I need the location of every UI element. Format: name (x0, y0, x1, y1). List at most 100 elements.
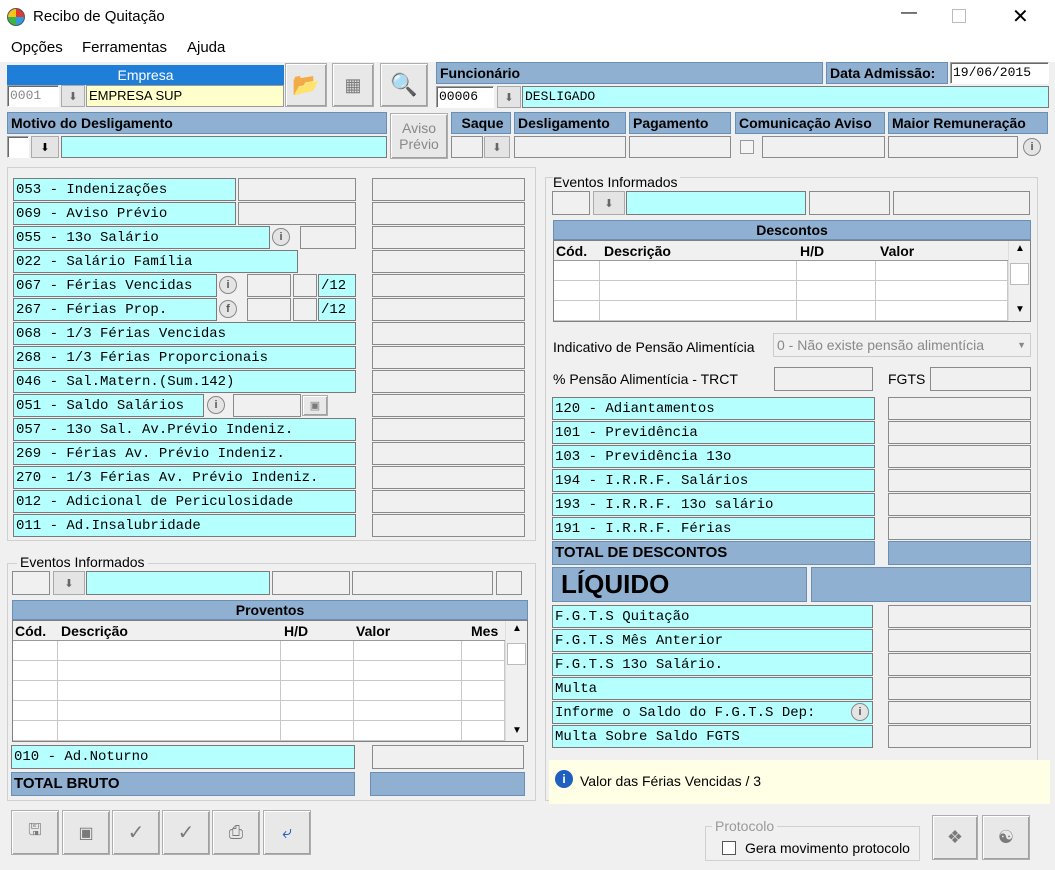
desconto-value[interactable] (888, 421, 1031, 444)
undo-button[interactable]: ⤶ (263, 810, 311, 855)
grid-cell[interactable] (354, 701, 462, 721)
descontos-scrollbar[interactable]: ▲ ▼ (1008, 241, 1030, 321)
scroll-up-icon[interactable]: ▲ (512, 623, 522, 634)
grid-cell[interactable] (797, 261, 876, 281)
provento-value[interactable] (372, 370, 525, 393)
protocolo-checkbox[interactable] (722, 841, 736, 855)
minimize-icon[interactable]: — (896, 4, 922, 30)
eventos-right-valor[interactable] (893, 191, 1030, 215)
desligamento-field[interactable] (514, 136, 626, 158)
scroll-down-icon[interactable]: ▼ (512, 725, 522, 736)
provento-aux-field[interactable] (247, 298, 291, 321)
menu-ajuda[interactable]: Ajuda (187, 39, 225, 56)
maior-remuneracao-info-icon[interactable]: i (1023, 138, 1041, 156)
eventos-right-hd[interactable] (809, 191, 890, 215)
fgts-value[interactable] (888, 629, 1031, 652)
info-icon[interactable]: i (851, 703, 869, 721)
grid-cell[interactable] (797, 301, 876, 321)
grid-cell[interactable] (13, 701, 58, 721)
provento-value[interactable] (372, 394, 525, 417)
grid-cell[interactable] (13, 681, 58, 701)
grid-cell[interactable] (58, 701, 281, 721)
protocol-action-button[interactable]: ❖ (932, 815, 978, 860)
provento-value[interactable] (372, 226, 525, 249)
fgts-value[interactable] (888, 605, 1031, 628)
grid-cell[interactable] (281, 681, 354, 701)
eventos-right-lookup[interactable]: ⬇ (593, 191, 625, 215)
grid-cell[interactable] (600, 281, 797, 301)
eventos-right-code[interactable] (552, 191, 590, 215)
grid-cell[interactable] (354, 661, 462, 681)
provento-value[interactable] (372, 322, 525, 345)
motivo-code-field[interactable] (7, 136, 29, 158)
comunicacao-checkbox[interactable] (740, 140, 754, 154)
saque-field[interactable] (451, 136, 483, 158)
scroll-down-icon[interactable]: ▼ (1015, 304, 1025, 315)
provento-aux-field[interactable] (238, 178, 356, 201)
grid-cell[interactable] (876, 261, 1008, 281)
provento-value[interactable] (372, 274, 525, 297)
close-icon[interactable]: ✕ (1012, 4, 1029, 29)
maximize-icon[interactable] (952, 9, 966, 23)
grid-cell[interactable] (797, 281, 876, 301)
proventos-grid[interactable]: Cód. Descrição H/D Valor Mes ▲ ▼ (12, 620, 528, 742)
grid-cell[interactable] (58, 641, 281, 661)
eventos-left-lookup[interactable]: ⬇ (53, 571, 85, 595)
empresa-lookup-button[interactable]: ⬇ (61, 85, 85, 107)
fgts-value[interactable] (888, 677, 1031, 700)
provento-aux-field[interactable] (247, 274, 291, 297)
provento-value[interactable] (372, 514, 525, 537)
desconto-value[interactable] (888, 469, 1031, 492)
grid-cell[interactable] (281, 661, 354, 681)
eventos-left-code[interactable] (12, 571, 50, 595)
provento-aux-field[interactable] (293, 274, 317, 297)
aviso-previo-button[interactable]: Aviso Prévio (390, 113, 448, 159)
provento-aux-field[interactable] (238, 202, 356, 225)
fgts-field[interactable] (930, 367, 1031, 391)
grid-cell[interactable] (58, 681, 281, 701)
saldo-salarios-days[interactable] (233, 394, 301, 417)
open-folder-button[interactable]: 📂 (285, 63, 327, 107)
confirm-button[interactable]: ✓ (112, 810, 160, 855)
grid-cell[interactable] (462, 641, 505, 661)
grid-cell[interactable] (58, 721, 281, 741)
ad-noturno-value[interactable] (372, 745, 524, 769)
grid-cell[interactable] (354, 681, 462, 701)
grid-cell[interactable] (554, 261, 600, 281)
menu-ferramentas[interactable]: Ferramentas (82, 39, 167, 56)
desconto-value[interactable] (888, 493, 1031, 516)
eventos-left-mes[interactable] (496, 571, 522, 595)
grid-cell[interactable] (281, 641, 354, 661)
empresa-code-field[interactable]: 0001 (7, 85, 59, 107)
fgts-value[interactable] (888, 653, 1031, 676)
provento-value[interactable] (372, 202, 525, 225)
motivo-lookup-button[interactable]: ⬇ (31, 136, 59, 158)
grid-cell[interactable] (462, 721, 505, 741)
eventos-left-hd[interactable] (272, 571, 350, 595)
grid-cell[interactable] (354, 641, 462, 661)
proventos-scrollbar[interactable]: ▲ ▼ (505, 621, 527, 741)
grid-cell[interactable] (13, 721, 58, 741)
comunicacao-field[interactable] (762, 136, 885, 158)
search-button[interactable]: 🔍 (380, 63, 428, 107)
provento-aux-field[interactable] (293, 298, 317, 321)
menu-opcoes[interactable]: Opções (11, 39, 63, 56)
provento-value[interactable] (372, 418, 525, 441)
provento-aux-field[interactable] (300, 226, 356, 249)
fgts-value[interactable] (888, 725, 1031, 748)
formula-icon[interactable]: f (219, 300, 237, 318)
pagamento-field[interactable] (629, 136, 731, 158)
desconto-value[interactable] (888, 397, 1031, 420)
report-button[interactable]: ▦ (332, 63, 374, 107)
funcionario-code-field[interactable]: 00006 (436, 86, 494, 108)
scroll-up-icon[interactable]: ▲ (1015, 243, 1025, 254)
data-admissao-field[interactable]: 19/06/2015 (950, 62, 1049, 84)
provento-value[interactable] (372, 490, 525, 513)
funcionario-lookup-button[interactable]: ⬇ (497, 86, 521, 108)
grid-cell[interactable] (354, 721, 462, 741)
scroll-thumb[interactable] (507, 643, 526, 665)
print-button[interactable]: ⎙ (212, 810, 260, 855)
exit-button[interactable]: ☯ (982, 815, 1030, 860)
grid-cell[interactable] (13, 641, 58, 661)
provento-value[interactable] (372, 442, 525, 465)
